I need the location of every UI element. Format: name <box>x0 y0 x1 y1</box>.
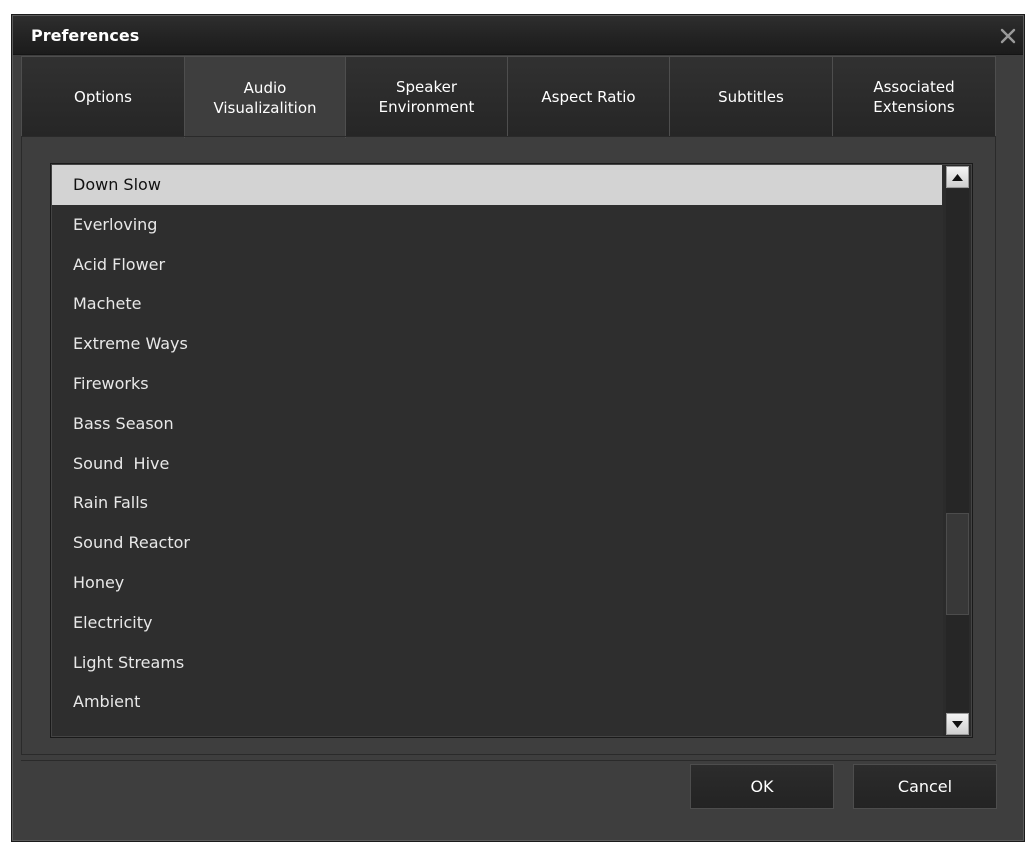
arrow-down-icon <box>952 720 963 728</box>
vertical-scrollbar[interactable] <box>943 165 971 736</box>
list-item[interactable]: Rain Falls <box>52 483 942 523</box>
close-icon <box>1000 28 1016 44</box>
list-item[interactable]: Sound Reactor <box>52 523 942 563</box>
list-item[interactable]: Sound Hive <box>52 444 942 484</box>
cancel-button[interactable]: Cancel <box>853 764 997 809</box>
list-item[interactable]: Fireworks <box>52 364 942 404</box>
tab-label: Options <box>74 87 132 106</box>
list-item[interactable]: Acid Flower <box>52 245 942 285</box>
scroll-down-button[interactable] <box>946 713 969 735</box>
arrow-up-icon <box>952 173 963 181</box>
list-item[interactable]: Honey <box>52 563 942 603</box>
tab-label: Aspect Ratio <box>541 87 636 106</box>
window-title: Preferences <box>31 26 140 45</box>
list-item[interactable]: Bass Season <box>52 404 942 444</box>
tab-bar: Options Audio Visualizalition Speaker En… <box>21 56 996 138</box>
visualization-list-items: Down Slow Everloving Acid Flower Machete Ext… <box>52 165 942 736</box>
tab-aspect-ratio[interactable]: Aspect Ratio <box>507 56 670 137</box>
tab-label: Subtitles <box>718 87 784 106</box>
visualization-list[interactable]: Down Slow Everloving Acid Flower Machete Ext… <box>50 163 973 738</box>
tab-associated-extensions[interactable]: Associated Extensions <box>832 56 996 137</box>
scroll-up-button[interactable] <box>946 166 969 188</box>
tab-label: Speaker Environment <box>378 77 475 116</box>
title-bar[interactable]: Preferences <box>13 16 1023 55</box>
list-item[interactable]: Extreme Ways <box>52 324 942 364</box>
scrollbar-track[interactable] <box>946 189 969 712</box>
list-item[interactable]: Everloving <box>52 205 942 245</box>
tab-options[interactable]: Options <box>21 56 185 137</box>
tab-speaker-environment[interactable]: Speaker Environment <box>345 56 508 137</box>
tab-audio-visualization[interactable]: Audio Visualizalition <box>184 56 346 138</box>
list-item[interactable]: Electricity <box>52 603 942 643</box>
tab-label: Audio Visualizalition <box>213 78 317 117</box>
list-item[interactable]: Down Slow <box>52 165 942 205</box>
tab-label: Associated Extensions <box>873 77 955 116</box>
list-item[interactable]: Light Streams <box>52 643 942 683</box>
footer-divider <box>21 760 996 761</box>
ok-button[interactable]: OK <box>690 764 834 809</box>
tab-subtitles[interactable]: Subtitles <box>669 56 833 137</box>
list-item[interactable]: Machete <box>52 284 942 324</box>
close-button[interactable] <box>997 25 1019 47</box>
scrollbar-thumb[interactable] <box>946 513 969 615</box>
list-item[interactable]: Ambient <box>52 682 942 722</box>
